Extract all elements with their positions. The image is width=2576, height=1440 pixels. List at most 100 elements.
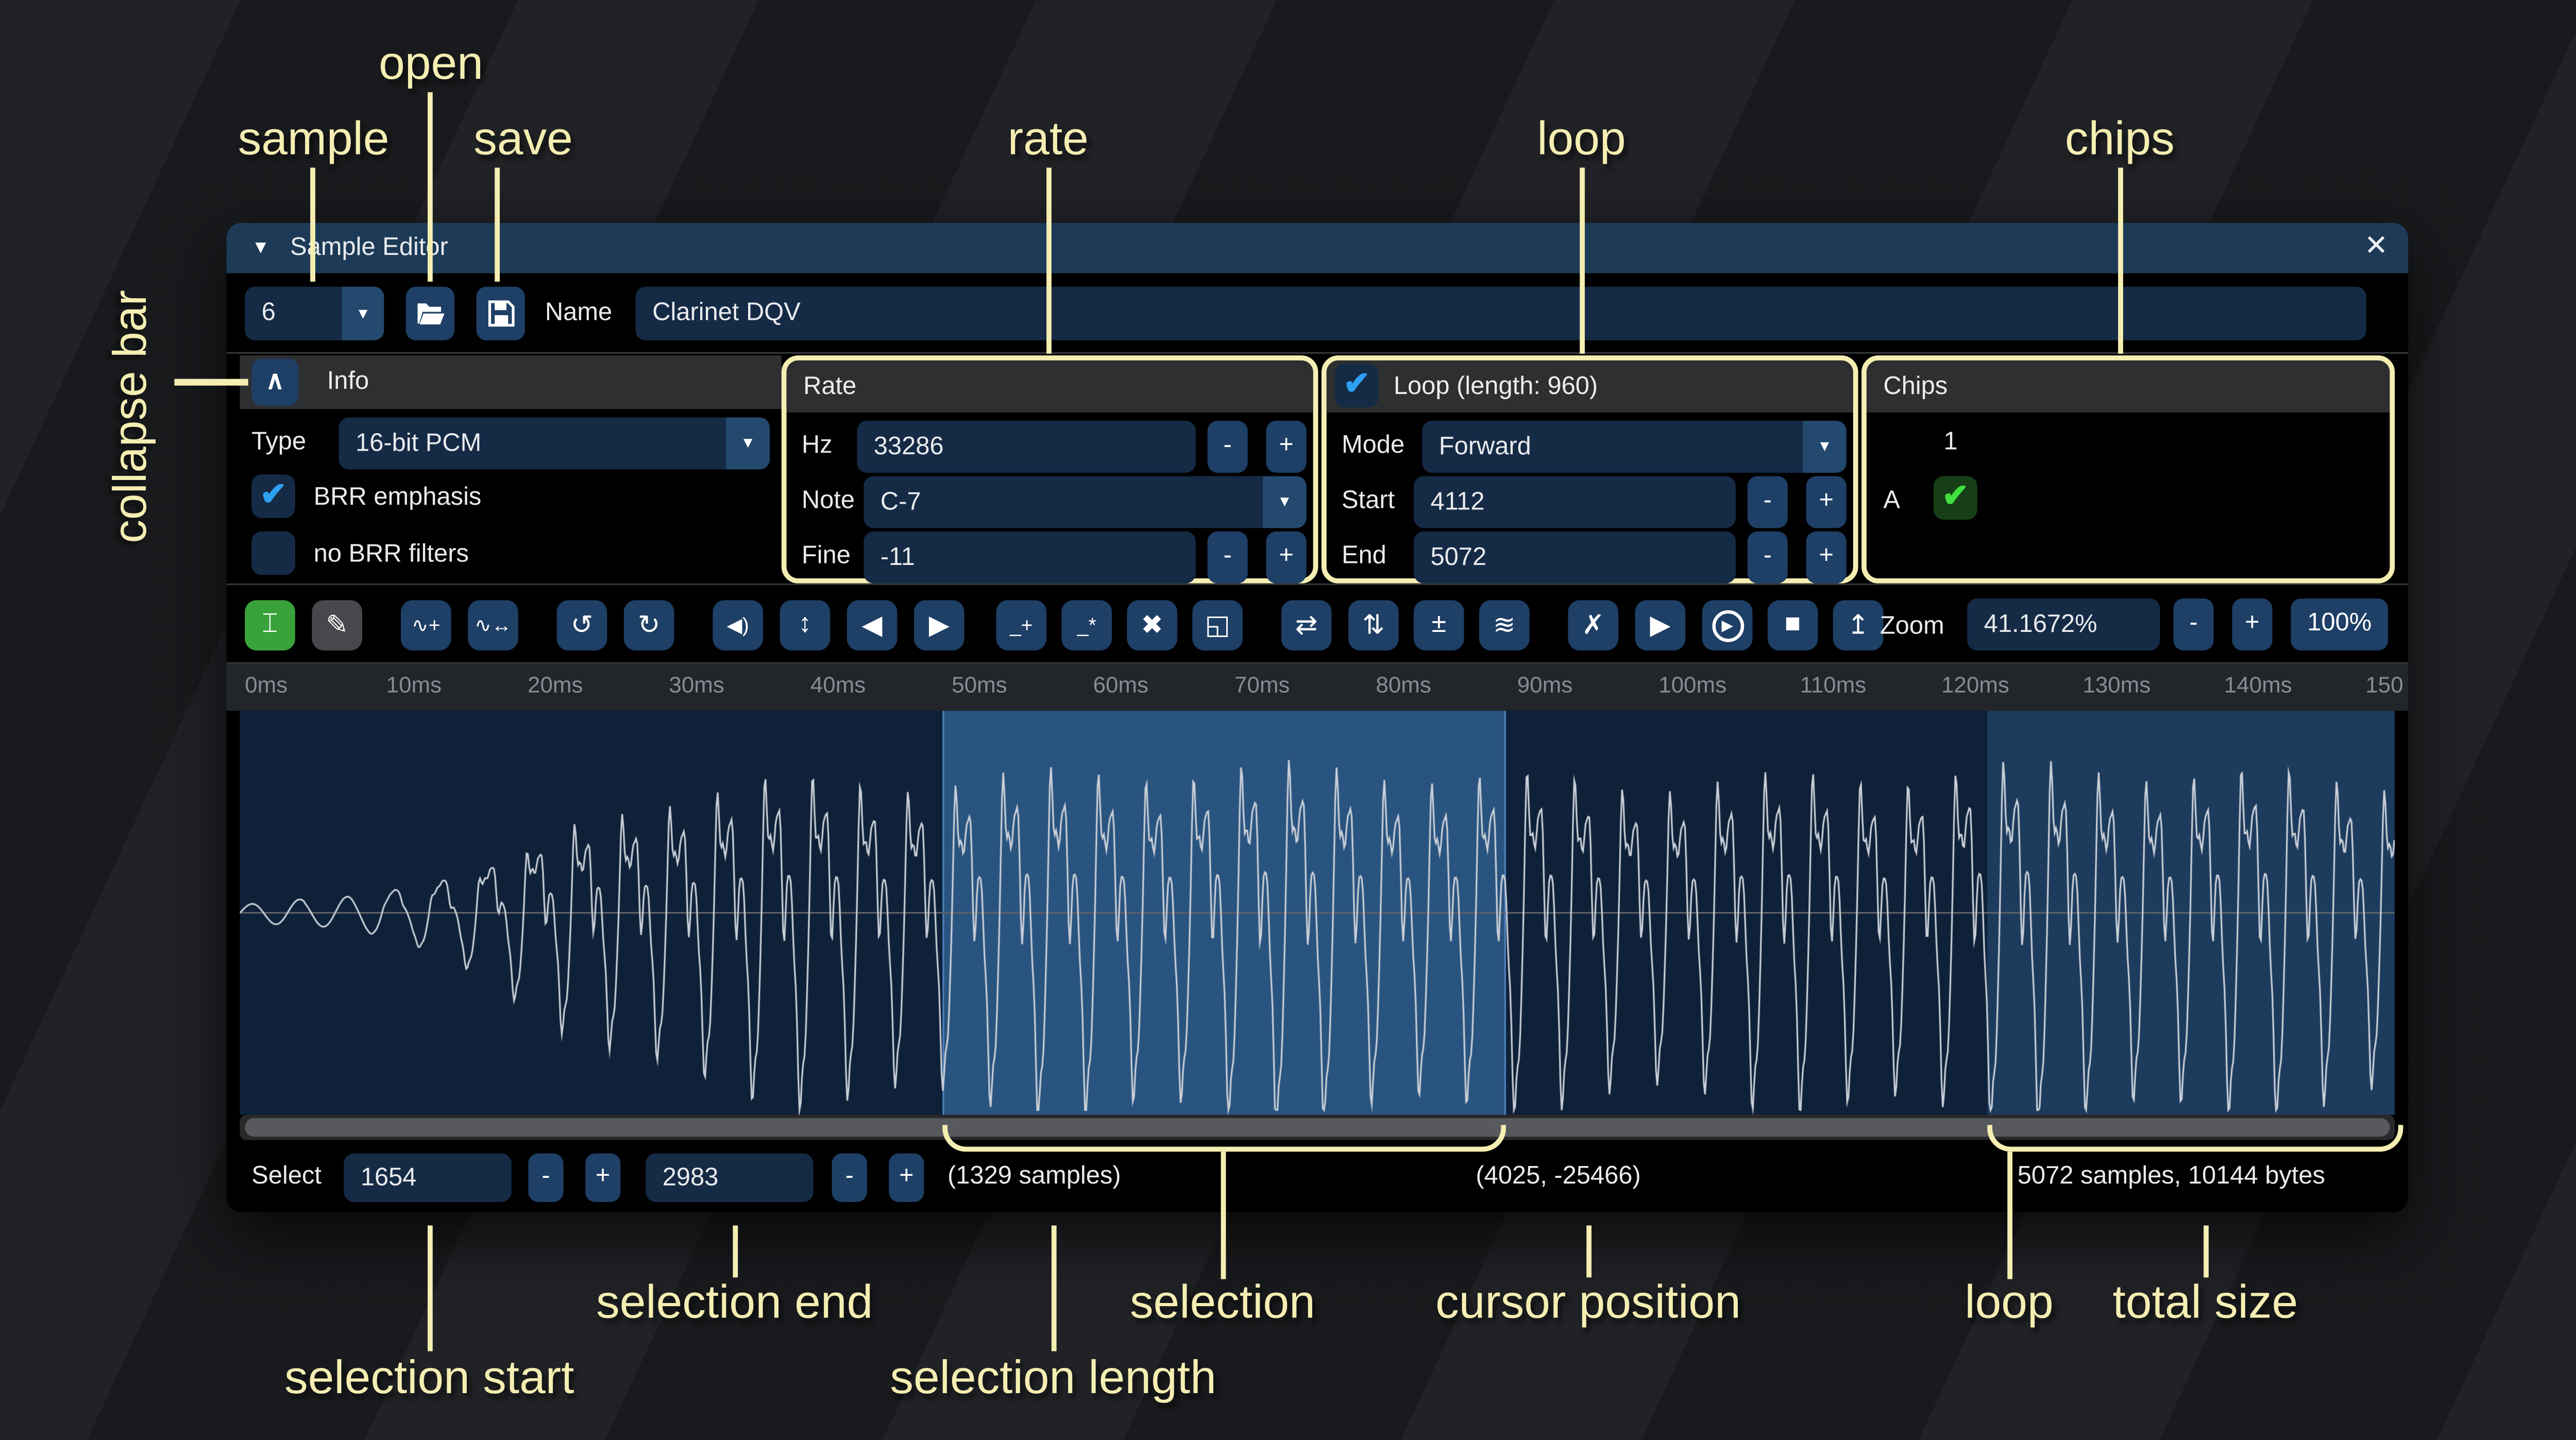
zoom-in-button[interactable]: +	[2232, 598, 2273, 650]
sample-number-dropdown[interactable]: 6 ▼	[245, 287, 384, 340]
save-button[interactable]	[476, 287, 524, 340]
chevron-down-icon[interactable]: ▼	[1263, 476, 1307, 528]
chevron-down-icon[interactable]: ▼	[726, 418, 770, 470]
normalize-button[interactable]: ↕	[780, 600, 831, 650]
loop-checkbox[interactable]: ✔	[1335, 364, 1379, 407]
invert-button[interactable]: ⇅	[1348, 600, 1399, 650]
ruler-tick: 10ms	[386, 672, 442, 697]
apply-silence-icon: _*	[1077, 613, 1096, 637]
chip-enable-checkbox[interactable]: ✔	[1934, 476, 1977, 520]
chips-panel: Chips 1 A ✔	[1861, 355, 2395, 584]
fade-out-button[interactable]: ▶	[914, 600, 964, 650]
type-dropdown[interactable]: 16-bit PCM ▼	[339, 418, 770, 470]
name-input[interactable]: Clarinet DQV	[636, 287, 2366, 340]
loop-end-minus-button[interactable]: -	[1748, 532, 1788, 584]
redo-icon: ↻	[638, 609, 660, 642]
selection-start-plus-button[interactable]: +	[585, 1154, 620, 1202]
ruler-tick: 80ms	[1376, 672, 1431, 697]
amplify-button[interactable]: ◀)	[713, 600, 763, 650]
ruler-tick: 0ms	[245, 672, 287, 697]
annotation-brace-loop	[1987, 1125, 2403, 1152]
loop-panel: ✔ Loop (length: 960) Mode Forward ▼ Star…	[1321, 355, 1858, 584]
waveform-view[interactable]	[240, 711, 2395, 1115]
export-icon: ↥	[1847, 609, 1870, 642]
close-icon[interactable]: ✕	[2364, 230, 2388, 263]
select-label: Select	[251, 1162, 321, 1190]
draw-icon: ✎	[326, 609, 348, 642]
note-label: Note	[802, 486, 855, 515]
resample-button[interactable]: ∿↔	[468, 600, 518, 650]
delete-button[interactable]: ✖	[1127, 600, 1177, 650]
no-brr-filters-checkbox[interactable]: ✔	[251, 532, 295, 575]
collapse-bar-button[interactable]: ∧	[251, 359, 298, 406]
annotation-line-chips	[2118, 168, 2123, 354]
stop-preview-button[interactable]: ■	[1768, 600, 1818, 650]
loop-header-label: Loop (length: 960)	[1394, 361, 1598, 413]
fine-input[interactable]: -11	[863, 532, 1196, 584]
loop-start-plus-button[interactable]: +	[1806, 476, 1846, 528]
loop-end-input[interactable]: 5072	[1414, 532, 1736, 584]
sign-convert-button[interactable]: ±	[1414, 600, 1464, 650]
selection-end-input[interactable]: 2983	[646, 1154, 814, 1202]
apply-filter-icon: ≋	[1493, 609, 1516, 642]
hz-plus-button[interactable]: +	[1266, 421, 1307, 473]
chips-header: Chips	[1867, 361, 2390, 413]
brr-emphasis-label: BRR emphasis	[314, 483, 482, 511]
window-collapse-icon[interactable]: ▼	[251, 238, 269, 258]
export-button[interactable]: ↥	[1833, 600, 1884, 650]
preview-loop-button[interactable]: ▶	[1702, 600, 1753, 650]
preview-icon: ▶	[1650, 609, 1671, 642]
fine-minus-button[interactable]: -	[1208, 532, 1248, 584]
apply-filter-button[interactable]: ≋	[1479, 600, 1530, 650]
note-dropdown[interactable]: C-7 ▼	[863, 476, 1306, 528]
undo-icon: ↺	[571, 609, 594, 642]
annotation-stem-selection	[1221, 1152, 1226, 1279]
resize-button[interactable]: ∿+	[401, 600, 451, 650]
brr-emphasis-checkbox[interactable]: ✔	[251, 474, 295, 518]
normalize-icon: ↕	[798, 610, 811, 641]
sample-editor-window: ▼ Sample Editor ✕ 6 ▼ Name Clarinet DQV	[226, 223, 2408, 1212]
preview-button[interactable]: ▶	[1635, 600, 1686, 650]
trim-button[interactable]: ◱	[1192, 600, 1243, 650]
fade-in-button[interactable]: ◀	[847, 600, 897, 650]
insert-silence-icon: _+	[1010, 613, 1033, 637]
loop-start-minus-button[interactable]: -	[1748, 476, 1788, 528]
annotation-selection-length: selection length	[890, 1351, 1216, 1405]
redo-button[interactable]: ↻	[624, 600, 674, 650]
sample-number-value: 6	[245, 287, 342, 340]
fine-plus-button[interactable]: +	[1266, 532, 1307, 584]
loop-end-plus-button[interactable]: +	[1806, 532, 1846, 584]
reverse-button[interactable]: ⇄	[1281, 600, 1332, 650]
draw-button[interactable]: ✎	[312, 600, 362, 650]
titlebar[interactable]: ▼ Sample Editor ✕	[226, 223, 2408, 273]
type-value: 16-bit PCM	[339, 418, 726, 470]
chevron-down-icon[interactable]: ▼	[1803, 421, 1846, 473]
crossfade-loop-button[interactable]: ✗	[1568, 600, 1619, 650]
zoom-value-input[interactable]: 41.1672%	[1967, 598, 2160, 650]
undo-button[interactable]: ↺	[557, 600, 607, 650]
sign-convert-icon: ±	[1432, 610, 1447, 641]
ruler-tick: 120ms	[1941, 672, 2009, 697]
ruler: 0ms10ms20ms30ms40ms50ms60ms70ms80ms90ms1…	[226, 664, 2408, 711]
zoom-out-button[interactable]: -	[2174, 598, 2214, 650]
waveform-canvas[interactable]	[240, 711, 2395, 1115]
chevron-down-icon[interactable]: ▼	[342, 287, 384, 340]
ruler-tick: 40ms	[810, 672, 866, 697]
invert-icon: ⇅	[1362, 609, 1385, 642]
hz-minus-button[interactable]: -	[1208, 421, 1248, 473]
selection-start-minus-button[interactable]: -	[528, 1154, 563, 1202]
hz-input[interactable]: 33286	[857, 421, 1196, 473]
loop-start-input[interactable]: 4112	[1414, 476, 1736, 528]
loop-mode-value: Forward	[1422, 421, 1803, 473]
annotation-selection-start: selection start	[284, 1351, 574, 1405]
open-button[interactable]	[406, 287, 454, 340]
selection-start-input[interactable]: 1654	[344, 1154, 512, 1202]
select-range-button[interactable]: ⌶	[245, 600, 295, 650]
insert-silence-button[interactable]: _+	[996, 600, 1047, 650]
annotation-cursor-position: cursor position	[1435, 1276, 1741, 1329]
loop-mode-dropdown[interactable]: Forward ▼	[1422, 421, 1846, 473]
zoom-reset-button[interactable]: 100%	[2291, 598, 2388, 650]
apply-silence-button[interactable]: _*	[1061, 600, 1112, 650]
selection-end-plus-button[interactable]: +	[889, 1154, 924, 1202]
selection-end-minus-button[interactable]: -	[832, 1154, 867, 1202]
